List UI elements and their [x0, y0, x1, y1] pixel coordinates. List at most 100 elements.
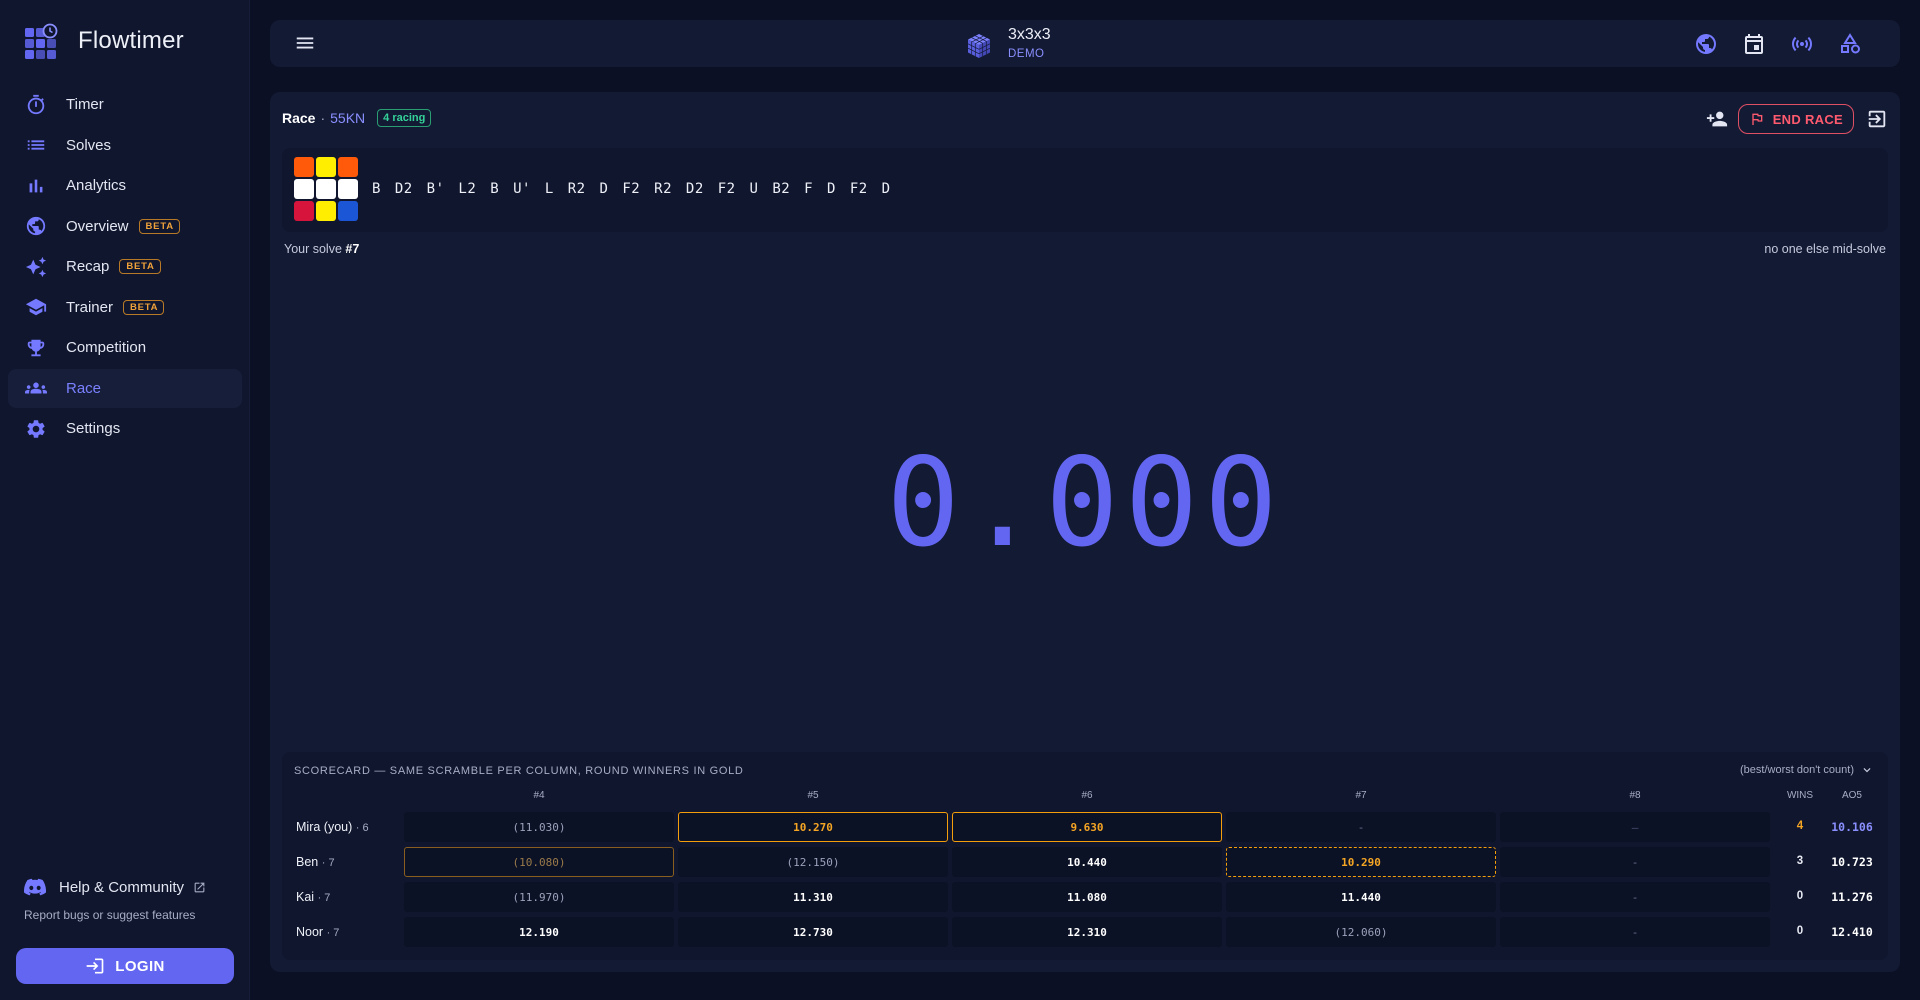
scorecard-column-header: #8 [1629, 790, 1641, 801]
scorecard-cell[interactable]: 9.630 [952, 812, 1222, 842]
scorecard-cell[interactable]: 12.310 [952, 917, 1222, 947]
scorecard-cell[interactable]: (11.030) [404, 812, 674, 842]
scramble-text: B D2 B' L2 B U' L R2 D F2 R2 D2 F2 U B2 … [372, 181, 891, 197]
player-name: Noor [296, 925, 324, 939]
sidebar-item-trainer[interactable]: Trainer BETA [8, 288, 242, 327]
graduation-cap-icon [25, 296, 47, 318]
list-icon [25, 134, 47, 156]
timer-display[interactable]: 0.000 [270, 438, 1900, 568]
sidebar-item-label: Race [66, 379, 102, 397]
player-solve-count: · 7 [317, 892, 331, 904]
player-solve-count: · 7 [321, 857, 335, 869]
group-icon [25, 377, 47, 399]
scorecard-cell[interactable]: 10.270 [678, 812, 948, 842]
scorecard-player-name: Noor · 7 [296, 925, 339, 939]
flowtimer-logo-icon [25, 23, 58, 59]
race-separator: · [320, 110, 326, 126]
exit-icon[interactable] [1866, 108, 1888, 130]
scorecard-column-header: #5 [807, 790, 819, 801]
sidebar-item-timer[interactable]: Timer [8, 85, 242, 124]
racing-count-badge: 4 racing [377, 109, 432, 127]
scorecard-cell[interactable]: - [1500, 917, 1770, 947]
player-name: Mira (you) [296, 820, 353, 834]
scorecard-cell[interactable]: 12.730 [678, 917, 948, 947]
puzzle-name: 3x3x3 [1008, 26, 1051, 43]
player-solve-count: · 6 [355, 822, 369, 834]
beta-badge: BETA [119, 259, 161, 274]
globe-icon[interactable] [1694, 32, 1718, 56]
end-race-label: END RACE [1772, 111, 1843, 127]
scorecard-column-header: #7 [1355, 790, 1367, 801]
puzzle-selector[interactable]: 3x3x3 DEMO [965, 25, 1051, 62]
player-ao5: 11.276 [1831, 890, 1873, 904]
race-title: Race [282, 110, 316, 126]
session-name: DEMO [1008, 48, 1045, 60]
sidebar-nav: Timer Solves Analytics Overview BETA Rec… [8, 85, 242, 450]
cube-sticker [294, 179, 314, 199]
add-user-icon[interactable] [1706, 108, 1728, 130]
calendar-icon[interactable] [1742, 32, 1766, 56]
scorecard-cell[interactable]: - [1500, 882, 1770, 912]
player-ao5: 10.106 [1831, 820, 1873, 834]
login-button[interactable]: LOGIN [16, 948, 234, 984]
sidebar-item-competition[interactable]: Competition [8, 328, 242, 367]
scorecard-player-name: Kai · 7 [296, 890, 330, 904]
scorecard-cell[interactable]: - [1500, 847, 1770, 877]
ao5-header: AO5 [1841, 790, 1862, 801]
scorecard-cell[interactable]: (12.060) [1226, 917, 1496, 947]
scorecard-cell[interactable]: 11.080 [952, 882, 1222, 912]
sidebar-item-label: Analytics [66, 177, 127, 194]
broadcast-icon[interactable] [1790, 32, 1814, 56]
help-subtitle: Report bugs or suggest features [24, 908, 196, 922]
race-code[interactable]: 55KN [330, 110, 365, 126]
menu-icon[interactable] [294, 32, 316, 54]
shapes-icon[interactable] [1838, 32, 1862, 56]
brand[interactable]: Flowtimer [24, 20, 184, 62]
race-header: Race · 55KN 4 racing [282, 109, 432, 127]
scorecard-cell[interactable]: - [1226, 812, 1496, 842]
top-bar: 3x3x3 DEMO [270, 20, 1900, 67]
scorecard-player-name: Ben · 7 [296, 855, 335, 869]
discord-icon [24, 876, 46, 898]
player-solve-count: · 7 [326, 927, 340, 939]
bar-chart-icon [25, 175, 47, 197]
sidebar-item-label: Competition [66, 339, 147, 356]
cube-icon [967, 33, 991, 58]
cube-sticker [294, 157, 314, 177]
sidebar-item-label: Overview [66, 217, 129, 235]
scorecard: SCORECARD — SAME SCRAMBLE PER COLUMN, RO… [282, 752, 1888, 960]
cube-sticker [338, 179, 358, 199]
scorecard-option-toggle[interactable]: (best/worst don't count) [1740, 763, 1874, 777]
sidebar-item-label: Settings [66, 420, 121, 437]
scorecard-cell[interactable]: 12.190 [404, 917, 674, 947]
sidebar-item-recap[interactable]: Recap BETA [8, 247, 242, 286]
scorecard-cell[interactable]: 10.440 [952, 847, 1222, 877]
wins-header: WINS [1786, 790, 1814, 801]
sidebar-item-settings[interactable]: Settings [8, 409, 242, 448]
top-actions [1670, 32, 1862, 56]
sidebar-item-label: Recap [66, 258, 110, 275]
sparkle-icon [25, 256, 47, 278]
scorecard-cell[interactable]: – [1500, 812, 1770, 842]
end-race-button[interactable]: END RACE [1737, 104, 1854, 134]
help-community-label: Help & Community [59, 878, 185, 896]
scorecard-cell[interactable]: (12.150) [678, 847, 948, 877]
sidebar-item-overview[interactable]: Overview BETA [8, 207, 242, 246]
race-actions: END RACE [1706, 104, 1888, 134]
sidebar-item-label: Trainer [66, 298, 113, 316]
sidebar: Flowtimer Timer Solves Analytics Overvie… [0, 0, 250, 1000]
scorecard-cell[interactable]: (10.080) [404, 847, 674, 877]
login-icon [86, 958, 104, 974]
cube-sticker [316, 157, 336, 177]
sidebar-item-solves[interactable]: Solves [8, 126, 242, 165]
help-community-link[interactable]: Help & Community [24, 876, 206, 898]
scorecard-cell[interactable]: 10.290 [1226, 847, 1496, 877]
sidebar-item-race[interactable]: Race [8, 368, 242, 408]
player-wins: 0 [1796, 925, 1804, 937]
scorecard-cell[interactable]: 11.310 [678, 882, 948, 912]
scorecard-cell[interactable]: (11.970) [404, 882, 674, 912]
sidebar-item-label: Solves [66, 136, 112, 154]
scorecard-cell[interactable]: 11.440 [1226, 882, 1496, 912]
app-name: Flowtimer [78, 27, 184, 54]
sidebar-item-analytics[interactable]: Analytics [8, 166, 242, 205]
